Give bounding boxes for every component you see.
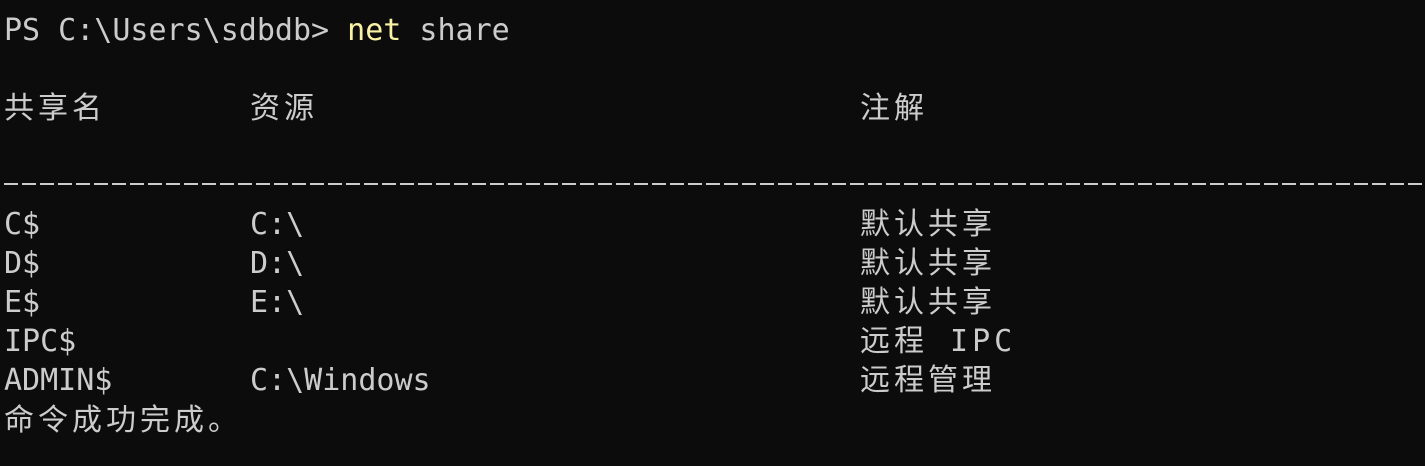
header-remark: 注解 bbox=[860, 91, 928, 126]
command-name: net bbox=[347, 13, 402, 48]
share-name: ADMIN$ bbox=[4, 363, 113, 398]
share-remark: 默认共享 bbox=[860, 207, 996, 242]
share-resource: C:\ bbox=[250, 207, 305, 242]
header-share-name: 共享名 bbox=[4, 91, 106, 126]
terminal-window[interactable]: { "prompt": { "prefix": "PS C:\\Users\\s… bbox=[0, 0, 1425, 466]
prompt-line: PS C:\Users\sdbdb> net share bbox=[4, 12, 510, 50]
share-name: IPC$ bbox=[4, 324, 77, 359]
header-resource: 资源 bbox=[250, 91, 318, 126]
share-resource: D:\ bbox=[250, 246, 305, 281]
table-row: E$ E:\ 默认共享 bbox=[0, 284, 1425, 322]
share-name: D$ bbox=[4, 246, 41, 281]
table-row: D$ D:\ 默认共享 bbox=[0, 245, 1425, 283]
share-resource: C:\Windows bbox=[250, 363, 431, 398]
command-args: share bbox=[401, 13, 510, 48]
share-remark: 默认共享 bbox=[860, 246, 996, 281]
share-remark: 远程管理 bbox=[860, 363, 996, 398]
share-remark: 远程 IPC bbox=[860, 324, 1017, 359]
share-resource: E:\ bbox=[250, 285, 305, 320]
table-header: 共享名 资源 注解 bbox=[0, 90, 1425, 128]
share-remark: 默认共享 bbox=[860, 285, 996, 320]
table-row: C$ C:\ 默认共享 bbox=[0, 206, 1425, 244]
status-message: 命令成功完成。 bbox=[4, 403, 242, 438]
prompt-prefix: PS C:\Users\sdbdb> bbox=[4, 13, 348, 48]
table-separator bbox=[4, 183, 1425, 185]
share-name: C$ bbox=[4, 207, 41, 242]
table-row: IPC$ 远程 IPC bbox=[0, 323, 1425, 361]
share-name: E$ bbox=[4, 285, 41, 320]
table-row: ADMIN$ C:\Windows 远程管理 bbox=[0, 362, 1425, 400]
